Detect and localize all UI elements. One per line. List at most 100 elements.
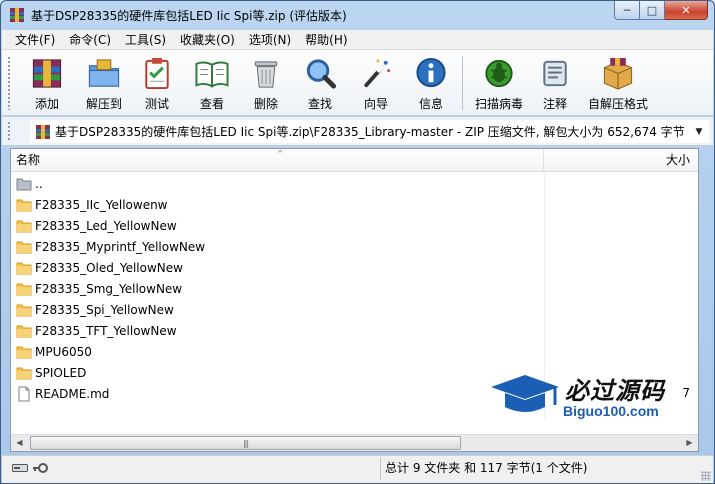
folder-icon	[16, 325, 32, 337]
wizard-label: 向导	[363, 97, 388, 111]
toolbar-grip[interactable]	[7, 56, 11, 110]
toolbar-separator	[462, 56, 463, 110]
find-button[interactable]: 查找	[302, 54, 338, 112]
scroll-left-icon[interactable]: ◀	[11, 435, 28, 451]
file-icon	[18, 386, 30, 401]
books-add-icon	[32, 59, 62, 88]
scan-virus-button[interactable]: 扫描病毒	[472, 54, 526, 112]
drive-icon[interactable]	[12, 462, 28, 474]
delete-button[interactable]: 删除	[248, 54, 284, 112]
list-item[interactable]: F28335_Oled_YellowNew	[11, 257, 698, 278]
list-item[interactable]: MPU6050	[11, 341, 698, 362]
folder-icon	[16, 283, 32, 295]
menu-bar: 文件(F) 命令(C) 工具(S) 收藏夹(O) 选项(N) 帮助(H)	[2, 30, 713, 50]
extract-to-label: 解压到	[85, 97, 122, 111]
item-name: F28335_Smg_YellowNew	[35, 281, 183, 296]
trash-can-icon	[254, 61, 278, 88]
path-text: 基于DSP28335的硬件库包括LED Iic Spi等.zip\F28335_…	[55, 125, 685, 139]
item-name: F28335_TFT_YellowNew	[35, 323, 177, 338]
address-bar: 基于DSP28335的硬件库包括LED Iic Spi等.zip\F28335_…	[2, 117, 713, 146]
item-name: F28335_Led_YellowNew	[35, 218, 177, 233]
watermark-logo: 必过源码 Biguo100.com	[489, 371, 689, 421]
status-divider	[380, 458, 381, 480]
folder-icon	[16, 262, 32, 274]
menu-help[interactable]: 帮助(H)	[298, 30, 354, 50]
maximize-button[interactable]: □	[640, 1, 665, 20]
archive-icon	[36, 124, 50, 139]
sfx-button[interactable]: 自解压格式	[586, 54, 650, 112]
view-label: 查看	[199, 97, 224, 111]
watermark-subtitle: Biguo100.com	[563, 403, 659, 419]
column-name-label: 名称	[16, 153, 41, 167]
status-bar: 总计 9 文件夹 和 117 字节(1 个文件)	[2, 455, 713, 483]
sort-ascending-icon: ^	[277, 149, 284, 158]
scroll-right-icon[interactable]: ▶	[681, 435, 698, 451]
folder-icon	[16, 199, 32, 211]
winrar-app-icon	[10, 8, 24, 22]
list-item[interactable]: F28335_IIc_Yellowenw	[11, 194, 698, 215]
title-bar[interactable]: 基于DSP28335的硬件库包括LED Iic Spi等.zip (评估版本) …	[1, 1, 714, 29]
path-dropdown-icon[interactable]: ▼	[690, 127, 708, 137]
watermark-title: 必过源码	[565, 377, 665, 405]
list-header: 名称 ^ 大小	[11, 149, 698, 172]
package-box-icon	[603, 57, 633, 90]
list-item[interactable]: F28335_Smg_YellowNew	[11, 278, 698, 299]
info-label: 信息	[418, 97, 443, 111]
menu-favorites[interactable]: 收藏夹(O)	[173, 30, 242, 50]
comment-button[interactable]: 注释	[537, 54, 573, 112]
status-summary: 总计 9 文件夹 和 117 字节(1 个文件)	[385, 461, 588, 475]
item-name: F28335_Oled_YellowNew	[35, 260, 183, 275]
winrar-window: 基于DSP28335的硬件库包括LED Iic Spi等.zip (评估版本) …	[0, 0, 715, 484]
comment-label: 注释	[542, 97, 567, 111]
item-name: F28335_IIc_Yellowenw	[35, 197, 168, 212]
up-folder-icon	[16, 178, 32, 190]
menu-options[interactable]: 选项(N)	[242, 30, 298, 50]
menu-file[interactable]: 文件(F)	[2, 30, 62, 50]
scan-virus-label: 扫描病毒	[474, 97, 523, 111]
add-button[interactable]: 添加	[26, 54, 68, 112]
item-name: MPU6050	[35, 344, 92, 359]
key-icon[interactable]	[32, 462, 48, 474]
view-button[interactable]: 查看	[190, 54, 234, 112]
list-item[interactable]: F28335_Led_YellowNew	[11, 215, 698, 236]
wizard-button[interactable]: 向导	[358, 54, 394, 112]
toolbar: 添加 解压到 测试 查看 删除 查找 向导 信息 扫描病毒 注释 自解压格式	[2, 50, 713, 116]
resize-grip[interactable]	[701, 471, 711, 481]
close-button[interactable]: ✕	[665, 1, 708, 20]
graduation-cap-icon	[491, 375, 559, 412]
item-name: F28335_Myprintf_YellowNew	[35, 239, 206, 254]
test-button[interactable]: 测试	[139, 54, 175, 112]
list-item[interactable]: F28335_TFT_YellowNew	[11, 320, 698, 341]
column-size-header[interactable]: 大小	[545, 149, 698, 171]
list-item[interactable]: ..	[11, 173, 698, 194]
menu-commands[interactable]: 命令(C)	[62, 30, 118, 50]
item-name: SPIOLED	[35, 365, 87, 380]
info-icon	[416, 57, 446, 88]
delete-label: 删除	[253, 97, 278, 111]
info-button[interactable]: 信息	[413, 54, 449, 112]
test-label: 测试	[144, 97, 169, 111]
sfx-label: 自解压格式	[587, 97, 648, 111]
add-label: 添加	[34, 97, 59, 111]
path-field[interactable]: 基于DSP28335的硬件库包括LED Iic Spi等.zip\F28335_…	[30, 120, 709, 143]
folder-icon	[16, 346, 32, 358]
scroll-comment-icon	[543, 60, 567, 87]
window-title: 基于DSP28335的硬件库包括LED Iic Spi等.zip (评估版本)	[31, 8, 347, 23]
thumb-grip-icon: |||	[242, 438, 249, 448]
horizontal-scrollbar[interactable]: ◀ ||| ▶	[11, 434, 698, 451]
folder-extract-icon	[88, 59, 120, 87]
magnifier-icon	[306, 59, 337, 89]
column-size-label: 大小	[665, 153, 690, 167]
address-grip[interactable]	[7, 121, 11, 142]
extract-to-button[interactable]: 解压到	[81, 54, 127, 112]
minimize-button[interactable]: ─	[614, 1, 640, 20]
folder-icon	[16, 220, 32, 232]
scrollbar-thumb[interactable]: |||	[30, 436, 461, 450]
item-name: ..	[35, 176, 43, 191]
folder-icon	[16, 241, 32, 253]
magic-wand-icon	[364, 59, 391, 88]
menu-tools[interactable]: 工具(S)	[118, 30, 173, 50]
list-item[interactable]: F28335_Spi_YellowNew	[11, 299, 698, 320]
list-item[interactable]: F28335_Myprintf_YellowNew	[11, 236, 698, 257]
clipboard-check-icon	[145, 57, 169, 90]
